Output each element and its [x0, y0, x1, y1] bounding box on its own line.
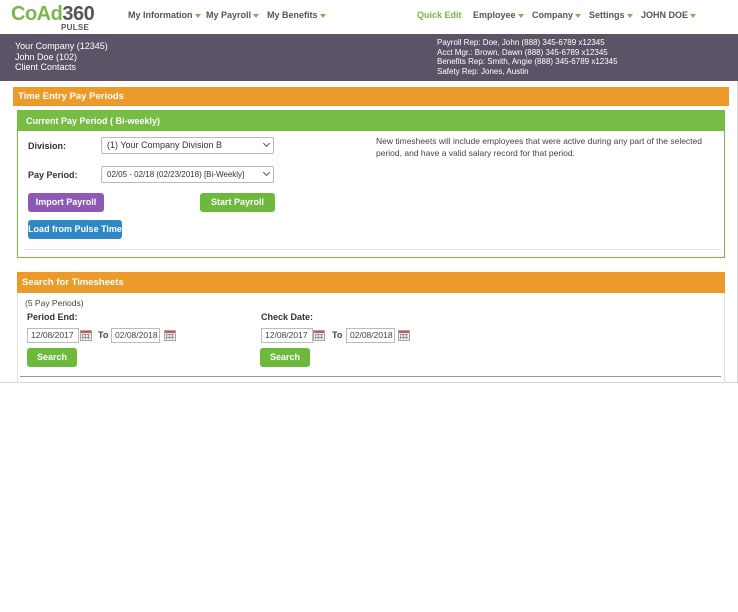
check-date-from-input[interactable]: 12/08/2017	[261, 328, 313, 343]
period-end-from-input[interactable]: 12/08/2017	[27, 328, 79, 343]
start-payroll-button[interactable]: Start Payroll	[200, 193, 275, 212]
pay-period-select[interactable]: 02/05 - 02/18 (02/23/2018) [Bi-Weekly]	[101, 166, 274, 183]
nav-settings[interactable]: Settings	[589, 10, 633, 20]
benefits-rep: Benefits Rep: Smith, Angie (888) 345-678…	[437, 57, 618, 66]
divider	[20, 376, 721, 377]
divider	[24, 249, 721, 250]
calendar-icon[interactable]	[398, 330, 410, 341]
search-timesheets-header: Search for Timesheets	[17, 272, 725, 293]
account-manager: Acct Mgr.: Brown, Dawn (888) 345-6789 x1…	[437, 47, 608, 57]
timesheet-note: New timesheets will include employees th…	[376, 136, 703, 158]
division-select[interactable]: (1) Your Company Division B	[101, 137, 274, 154]
logo-sub: PULSE	[61, 23, 90, 32]
caret-down-icon	[194, 13, 201, 18]
search-check-date-button[interactable]: Search	[260, 348, 310, 367]
period-end-label: Period End:	[27, 312, 78, 322]
chevron-down-icon	[262, 139, 271, 148]
client-contacts-link[interactable]: Client Contacts	[15, 62, 108, 73]
panel-border-left	[17, 293, 18, 383]
logo[interactable]: CoAd360 PULSE	[11, 4, 95, 32]
import-payroll-button[interactable]: Import Payroll	[28, 193, 104, 212]
caret-down-icon	[690, 13, 697, 18]
load-from-pulse-time-button[interactable]: Load from Pulse Time	[28, 220, 122, 239]
chevron-down-icon	[262, 168, 271, 177]
calendar-icon[interactable]	[313, 330, 325, 341]
caret-down-icon	[319, 13, 326, 18]
caret-down-icon	[517, 13, 524, 18]
period-end-to-input[interactable]: 02/08/2018	[111, 328, 160, 343]
pay-period-label: Pay Period:	[28, 170, 78, 180]
check-date-label: Check Date:	[261, 312, 314, 322]
nav-my-benefits[interactable]: My Benefits	[267, 10, 326, 20]
calendar-icon[interactable]	[80, 330, 92, 341]
nav-quick-edit[interactable]: Quick Edit	[417, 10, 462, 20]
to-label: To	[98, 330, 109, 340]
search-period-end-button[interactable]: Search	[27, 348, 77, 367]
to-label: To	[332, 330, 343, 340]
time-entry-header: Time Entry Pay Periods	[13, 87, 729, 106]
caret-down-icon	[626, 13, 633, 18]
nav-user-menu[interactable]: JOHN DOE	[641, 10, 697, 20]
check-date-to-input[interactable]: 02/08/2018	[346, 328, 395, 343]
division-label: Division:	[28, 141, 67, 151]
user-name: John Doe (102)	[15, 51, 78, 62]
panel-border-right	[724, 293, 725, 383]
logo-360: 360	[62, 3, 95, 25]
payroll-rep: Payroll Rep: Doe, John (888) 345-6789 x1…	[437, 38, 605, 47]
nav-my-information[interactable]: My Information	[128, 10, 201, 20]
current-pay-period-title: Current Pay Period ( Bi-weekly)	[18, 111, 724, 131]
app-frame: CoAd360 PULSE My Information My Payroll …	[0, 0, 738, 383]
company-name: Your Company (12345)	[15, 41, 108, 51]
account-info-bar: Your Company (12345) John Doe (102) Clie…	[0, 34, 738, 81]
nav-company[interactable]: Company	[532, 10, 582, 20]
nav-employee[interactable]: Employee	[473, 10, 524, 20]
caret-down-icon	[575, 13, 582, 18]
current-pay-period-panel: Current Pay Period ( Bi-weekly)	[17, 110, 725, 258]
pay-period-count: (5 Pay Periods)	[25, 298, 84, 308]
top-nav: CoAd360 PULSE My Information My Payroll …	[0, 0, 738, 34]
calendar-icon[interactable]	[164, 330, 176, 341]
nav-my-payroll[interactable]: My Payroll	[206, 10, 260, 20]
caret-down-icon	[253, 13, 260, 18]
logo-co: CoAd	[11, 3, 63, 25]
safety-rep: Safety Rep: Jones, Austin	[437, 66, 529, 76]
